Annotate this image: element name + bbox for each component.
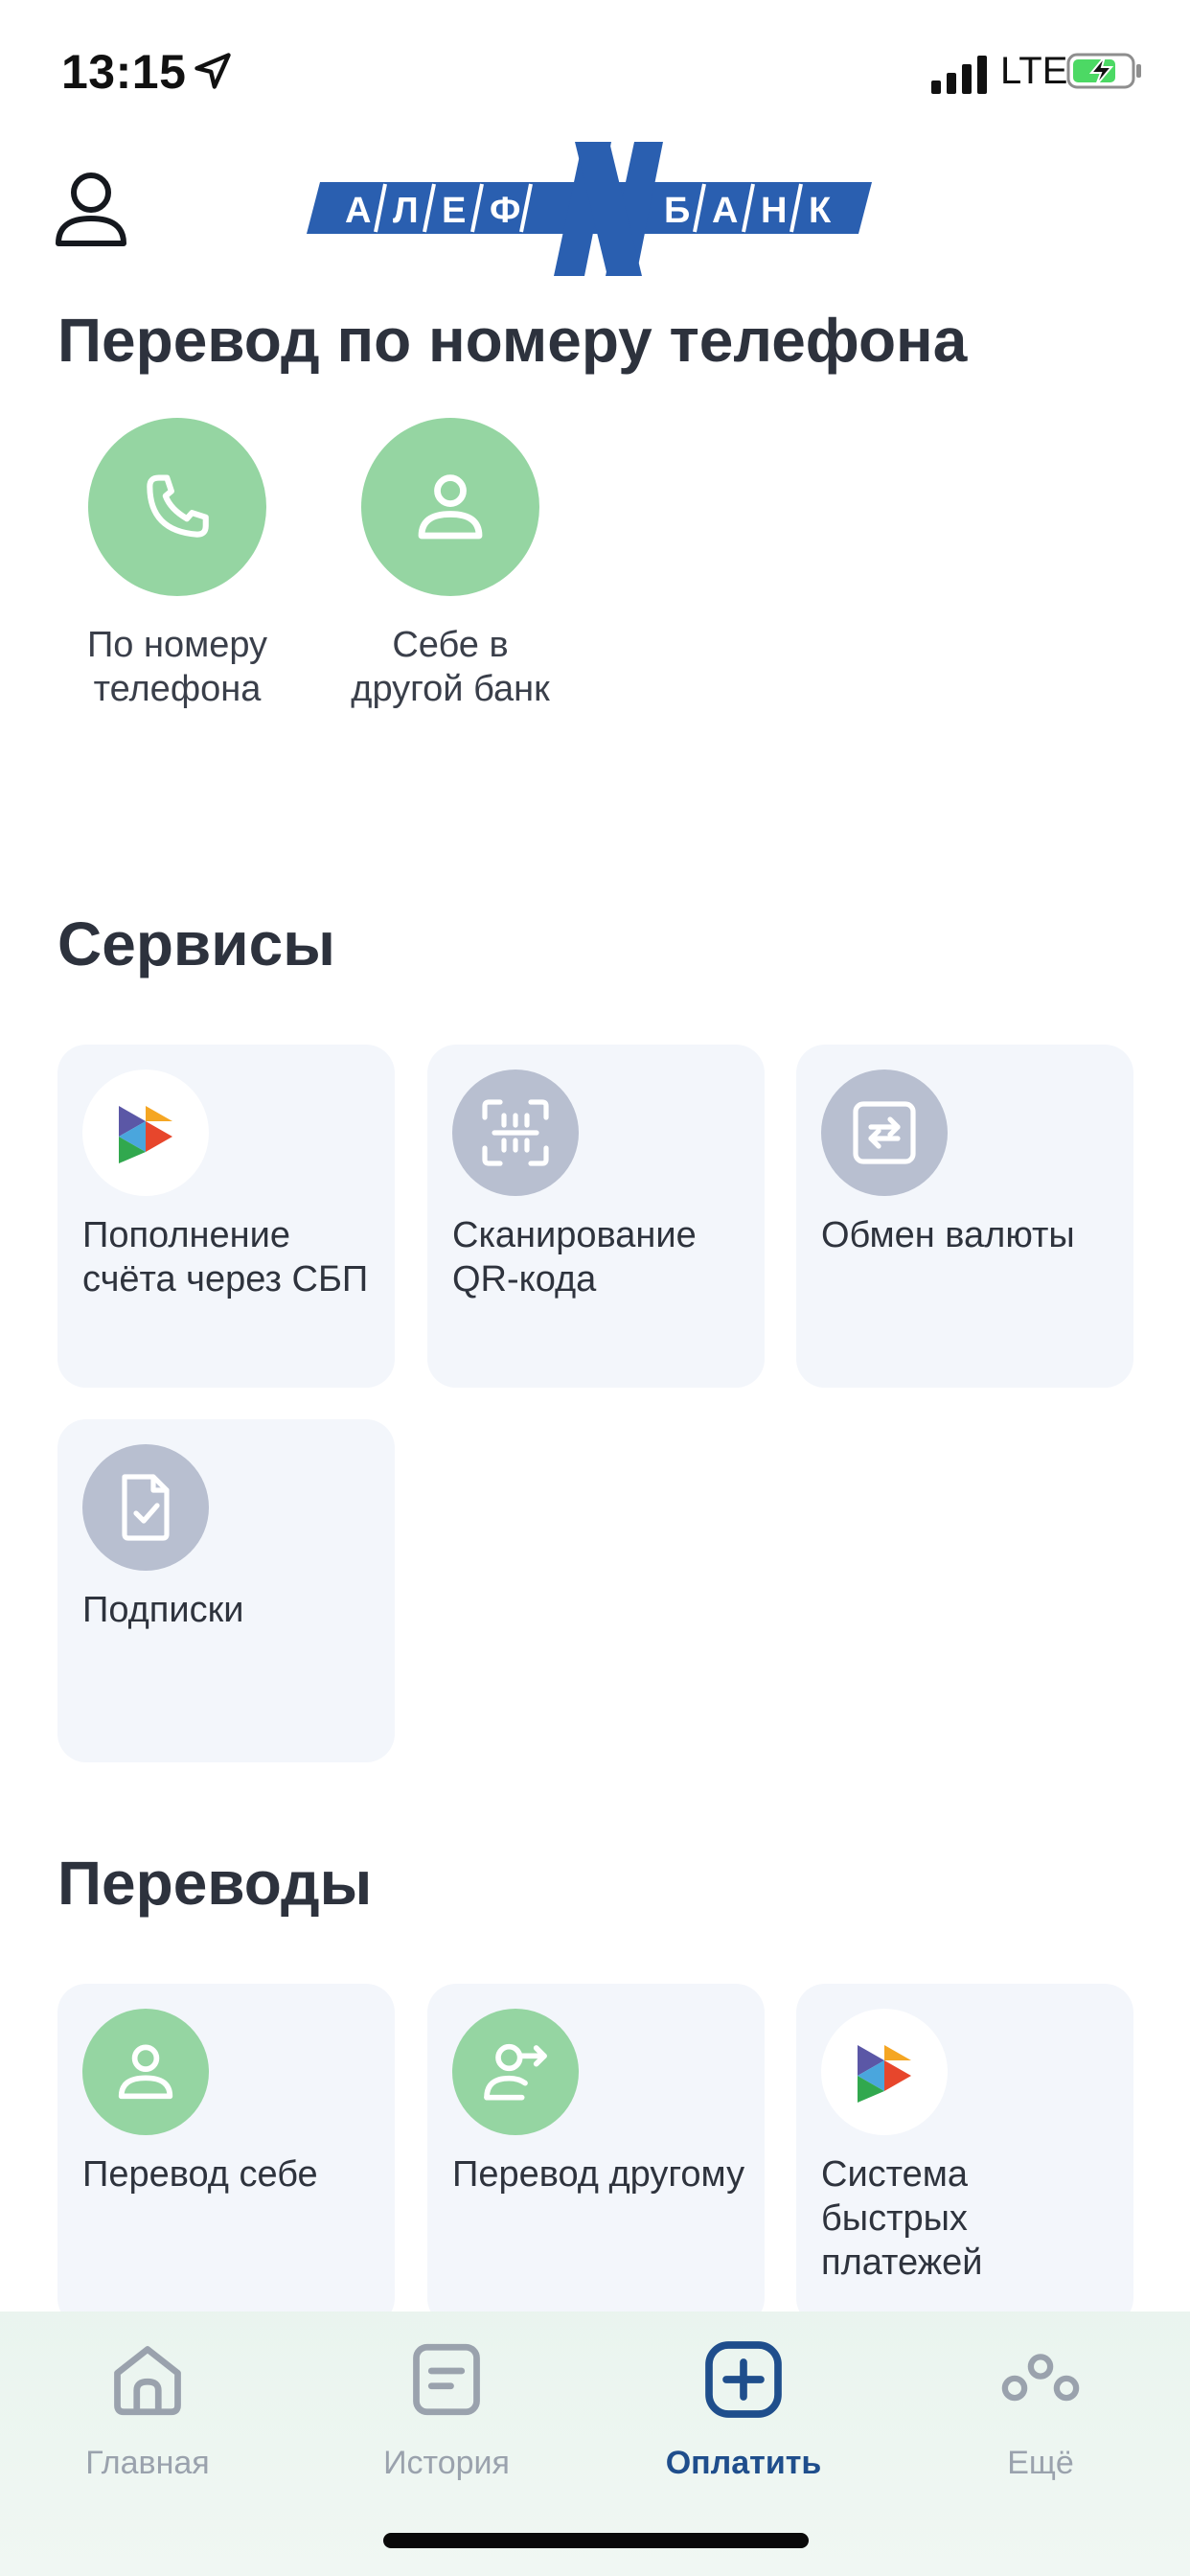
service-card-label: Сканирование QR-кода xyxy=(452,1215,697,1300)
network-type: LTE xyxy=(1000,50,1068,92)
transfer-card-sbp[interactable]: Система быстрых платежей xyxy=(796,1984,1133,2327)
tab-label: История xyxy=(383,2445,510,2481)
service-card-subscriptions[interactable]: Подписки xyxy=(57,1419,395,1762)
status-bar: 13:15 LTE xyxy=(0,0,1190,144)
svg-text:Л: Л xyxy=(393,191,419,231)
tab-label: Главная xyxy=(85,2445,210,2481)
transfer-card-label: Система быстрых платежей xyxy=(821,2154,983,2283)
location-arrow-icon xyxy=(195,53,231,89)
svg-text:Н: Н xyxy=(761,191,787,231)
plus-square-icon xyxy=(705,2341,782,2418)
tab-more[interactable]: Ещё xyxy=(935,2336,1146,2482)
svg-text:Б: Б xyxy=(664,191,690,231)
self-other-bank-label: Себе в другой банк xyxy=(351,625,550,709)
alef-bank-logo: А Л Е Ф Б А Н К xyxy=(307,142,872,276)
service-card-label: Подписки xyxy=(82,1590,244,1630)
svg-text:А: А xyxy=(345,191,371,231)
service-card-label: Пополнение счёта через СБП xyxy=(82,1215,369,1300)
service-card-sbp-topup[interactable]: Пополнение счёта через СБП xyxy=(57,1045,395,1388)
tab-home[interactable]: Главная xyxy=(42,2336,253,2482)
transfer-card-label: Перевод другому xyxy=(452,2154,745,2195)
transfer-by-phone-label: По номеру телефона xyxy=(86,625,268,709)
home-icon xyxy=(114,2346,181,2416)
person-arrow-icon xyxy=(452,2009,579,2135)
transfer-by-phone-button[interactable]: По номеру телефона xyxy=(34,418,321,711)
transfer-card-other[interactable]: Перевод другому xyxy=(427,1984,765,2327)
person-icon xyxy=(361,418,539,596)
svg-text:Е: Е xyxy=(442,191,466,231)
cellular-signal-icon xyxy=(931,56,987,94)
self-other-bank-button[interactable]: Себе в другой банк xyxy=(307,418,594,711)
home-indicator[interactable] xyxy=(383,2533,809,2548)
tab-pay[interactable]: Оплатить xyxy=(638,2336,849,2482)
transfer-card-label: Перевод себе xyxy=(82,2154,318,2195)
svg-text:Ф: Ф xyxy=(490,191,520,231)
person-icon xyxy=(82,2009,209,2135)
sbp-icon xyxy=(82,1070,209,1196)
phone-icon xyxy=(88,418,266,596)
svg-text:А: А xyxy=(712,191,738,231)
phone-transfer-title: Перевод по номеру телефона xyxy=(57,306,968,375)
battery-charging-icon xyxy=(1066,53,1141,89)
service-card-label: Обмен валюты xyxy=(821,1215,1075,1255)
transfers-title: Переводы xyxy=(57,1849,373,1918)
more-icon xyxy=(1001,2354,1080,2402)
services-title: Сервисы xyxy=(57,909,335,978)
document-check-icon xyxy=(82,1444,209,1571)
qr-scan-icon xyxy=(452,1070,579,1196)
status-time: 13:15 xyxy=(61,45,187,99)
transfer-card-self[interactable]: Перевод себе xyxy=(57,1984,395,2327)
history-icon xyxy=(413,2343,480,2416)
sbp-icon xyxy=(821,2009,948,2135)
currency-exchange-icon xyxy=(821,1070,948,1196)
service-card-currency-exchange[interactable]: Обмен валюты xyxy=(796,1045,1133,1388)
profile-icon[interactable] xyxy=(54,169,128,249)
service-card-qr-scan[interactable]: Сканирование QR-кода xyxy=(427,1045,765,1388)
tab-label: Оплатить xyxy=(665,2445,822,2481)
tab-label: Ещё xyxy=(1007,2445,1074,2481)
svg-text:К: К xyxy=(809,191,832,231)
tab-history[interactable]: История xyxy=(341,2336,552,2482)
